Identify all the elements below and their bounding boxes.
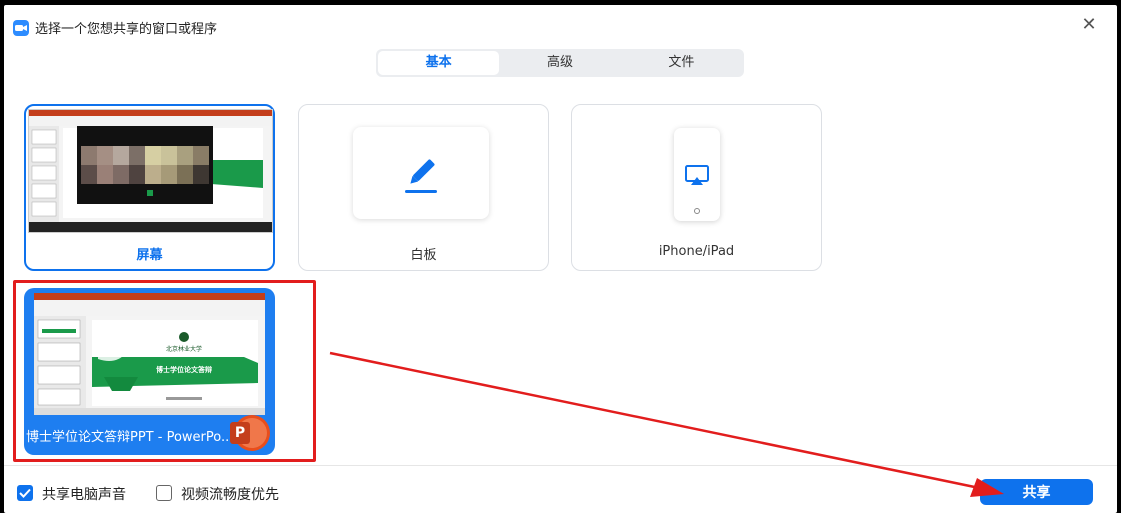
footer-divider: [4, 465, 1117, 466]
share-option-iphone-ipad[interactable]: iPhone/iPad: [571, 104, 822, 271]
zoom-app-icon: [13, 20, 29, 36]
whiteboard-preview: [353, 127, 489, 219]
share-audio-checkbox[interactable]: [17, 485, 33, 501]
iphone-ipad-label: iPhone/iPad: [658, 244, 735, 259]
screen-thumbnail: [28, 109, 273, 233]
airplay-icon: [685, 165, 709, 214]
optimize-video-label: 视频流畅度优先: [181, 487, 279, 503]
share-option-whiteboard[interactable]: 白板: [298, 104, 549, 271]
share-screen-dialog: 选择一个您想共享的窗口或程序 ✕ 基本 高级 文件 屏幕 白板 iPhone/i…: [4, 5, 1117, 513]
whiteboard-label: 白板: [410, 248, 437, 263]
checkmark-icon: [19, 488, 31, 498]
pen-icon: [405, 159, 437, 193]
optimize-video-checkbox[interactable]: [156, 485, 172, 501]
screen-label: 屏幕: [136, 248, 163, 263]
share-button[interactable]: 共享: [980, 479, 1093, 505]
close-icon[interactable]: ✕: [1077, 13, 1101, 37]
tab-files[interactable]: 文件: [621, 51, 742, 75]
annotation-highlight-box: [13, 280, 316, 462]
tab-advanced[interactable]: 高级: [499, 51, 620, 75]
share-audio-label: 共享电脑声音: [42, 487, 126, 503]
tab-bar: 基本 高级 文件: [376, 49, 744, 77]
phone-preview: [674, 128, 720, 221]
share-option-screen[interactable]: 屏幕: [24, 104, 275, 271]
tab-basic[interactable]: 基本: [378, 51, 500, 75]
dialog-title: 选择一个您想共享的窗口或程序: [35, 22, 218, 37]
title-bar: 选择一个您想共享的窗口或程序 ✕: [4, 5, 1117, 43]
